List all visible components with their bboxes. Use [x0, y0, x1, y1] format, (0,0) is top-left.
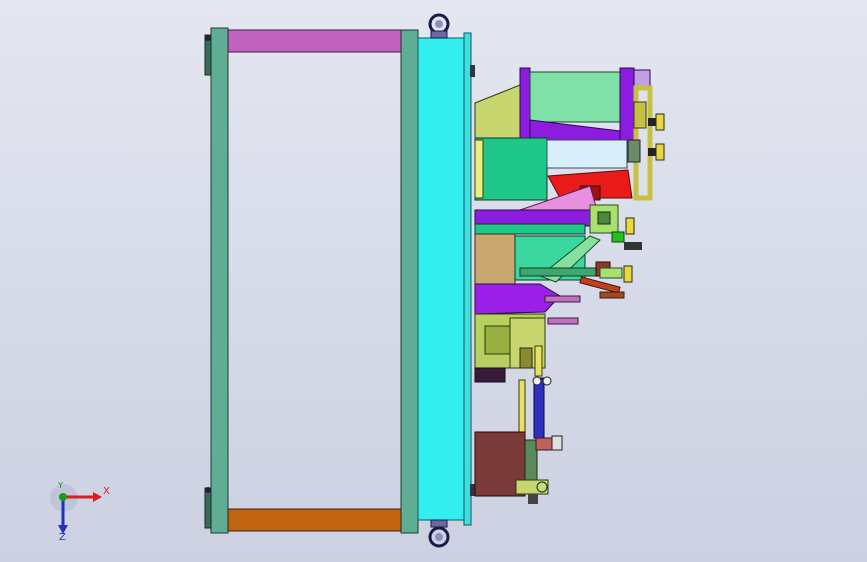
y-axis-icon — [59, 493, 67, 501]
main-plate — [417, 13, 475, 548]
frame-bottom-bar — [227, 508, 402, 532]
frame — [204, 27, 419, 534]
frame-right-post — [400, 29, 419, 534]
assembly-model[interactable] — [0, 0, 867, 562]
cad-viewport[interactable]: X Y Z — [0, 0, 867, 562]
x-axis-label: X — [103, 486, 110, 497]
z-axis-label: Z — [59, 532, 66, 543]
y-axis-label: Y — [58, 481, 63, 490]
frame-top-bar — [227, 29, 402, 53]
purple-lower-block — [474, 283, 581, 383]
frame-left-post — [210, 27, 229, 534]
